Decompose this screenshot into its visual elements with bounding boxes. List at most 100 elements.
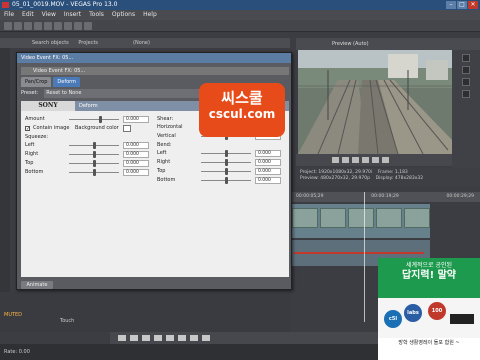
amount-slider-track[interactable] (69, 119, 119, 120)
value-field[interactable]: 0.000 (255, 159, 281, 166)
menu-edit[interactable]: Edit (22, 10, 34, 20)
save-snapshot-icon[interactable] (462, 90, 470, 98)
cut-icon[interactable] (44, 22, 52, 30)
ruler-tick: 00:00:05;29 (296, 194, 324, 199)
tab-pan-crop[interactable]: Pan/Crop (21, 77, 52, 87)
bend-right-row: Right 0.000 (155, 158, 283, 167)
bend-left-row: Left 0.000 (155, 149, 283, 158)
explorer-search[interactable]: Search objects (32, 40, 69, 46)
contain-image-checkbox[interactable]: ✓ (25, 126, 30, 132)
track-mute-label[interactable]: MUTED (4, 312, 22, 318)
go-to-start-icon[interactable] (190, 335, 198, 341)
split-screen-icon[interactable] (462, 54, 470, 62)
preview-format: 480x270x32, 29.970p (320, 176, 370, 181)
redo-icon[interactable] (84, 22, 92, 30)
audio-waveform (294, 252, 424, 254)
explorer-tab-projects[interactable]: Projects (78, 40, 98, 46)
slider-handle[interactable] (93, 160, 96, 167)
fx-chain-bar[interactable]: Video Event FX: 05... (21, 67, 289, 75)
slider-handle[interactable] (225, 177, 228, 184)
copy-snapshot-icon[interactable] (462, 78, 470, 86)
loop-icon[interactable] (130, 335, 138, 341)
contain-row: ✓ Contain image Background color (23, 124, 151, 133)
undo-icon[interactable] (74, 22, 82, 30)
value-field[interactable]: 0.000 (123, 169, 149, 176)
play-icon[interactable] (342, 157, 349, 163)
bend-top-row: Top 0.000 (155, 167, 283, 176)
preset-dropdown[interactable]: Reset to None (44, 89, 225, 98)
pause-icon[interactable] (352, 157, 359, 163)
video-thumbnail (404, 208, 430, 228)
go-to-end-icon[interactable] (202, 335, 210, 341)
amount-row: Amount 0.000 (23, 115, 151, 124)
value-field[interactable]: 0.000 (123, 160, 149, 167)
menu-help[interactable]: Help (143, 10, 157, 20)
next-frame-icon[interactable] (382, 157, 389, 163)
contain-image-label: Contain image (33, 125, 70, 131)
minimize-button[interactable]: – (446, 1, 456, 9)
slider-handle[interactable] (225, 159, 228, 166)
menu-options[interactable]: Options (112, 10, 135, 20)
value-field[interactable]: 0.000 (255, 150, 281, 157)
overlay-icon[interactable] (462, 66, 470, 74)
automation-mode-label[interactable]: Touch (60, 318, 74, 324)
value-field[interactable]: 0.000 (255, 177, 281, 184)
main-transport (110, 332, 400, 344)
animate-button[interactable]: Animate (21, 281, 53, 289)
main-toolbar (0, 20, 480, 32)
amount-slider-handle[interactable] (99, 116, 102, 123)
open-icon[interactable] (14, 22, 22, 30)
window-controls: – □ ✕ (446, 1, 478, 9)
preset-label: Preset: (21, 90, 39, 96)
value-field[interactable]: 0.000 (123, 142, 149, 149)
timeline-ruler[interactable]: 00:00:05;29 00:00:19;29 00:00:29;29 (290, 192, 480, 202)
pause-icon[interactable] (166, 335, 174, 341)
preview-side-controls (452, 50, 480, 170)
prev-frame-icon[interactable] (372, 157, 379, 163)
maximize-button[interactable]: □ (457, 1, 467, 9)
close-button[interactable]: ✕ (468, 1, 478, 9)
ad-banner[interactable]: 세계적으로 공인된 답지력! 말약 c5l labs 100 방학 생활영레이 … (378, 258, 480, 360)
amount-label: Amount (25, 116, 45, 122)
paste-icon[interactable] (64, 22, 72, 30)
slider-handle[interactable] (93, 142, 96, 149)
menu-view[interactable]: View (42, 10, 56, 20)
save-icon[interactable] (24, 22, 32, 30)
value-field[interactable]: 0.000 (123, 151, 149, 158)
ad-product-box (450, 314, 474, 324)
slider-handle[interactable] (93, 151, 96, 158)
tab-deform[interactable]: Deform (53, 77, 80, 87)
fx-window-title: Video Event FX: 05... (17, 53, 291, 63)
video-thumbnail (320, 208, 346, 228)
value-field[interactable]: 0.000 (255, 168, 281, 175)
slider-handle[interactable] (225, 150, 228, 157)
ruler-tick: 00:00:29;29 (446, 194, 474, 199)
playhead-cursor[interactable] (364, 192, 365, 322)
render-icon[interactable] (34, 22, 42, 30)
menu-insert[interactable]: Insert (64, 10, 81, 20)
menu-file[interactable]: File (4, 10, 14, 20)
background-color-swatch[interactable] (123, 125, 131, 132)
loop-icon[interactable] (332, 157, 339, 163)
preview-image (298, 50, 452, 154)
new-icon[interactable] (4, 22, 12, 30)
video-track-event[interactable] (290, 204, 430, 238)
preview-toolbar: Preview (Auto) (296, 38, 480, 50)
menu-tools[interactable]: Tools (89, 10, 104, 20)
stop-icon[interactable] (178, 335, 186, 341)
amount-value[interactable]: 0.000 (123, 116, 149, 123)
app-icon (2, 2, 9, 8)
ad-footer: 방학 생활영레이 돌포 합원 ~ (378, 338, 480, 360)
preview-quality-dropdown[interactable]: Preview (Auto) (332, 41, 369, 47)
copy-icon[interactable] (54, 22, 62, 30)
ad-badge: 100 (428, 302, 446, 320)
play-icon[interactable] (154, 335, 162, 341)
slider-handle[interactable] (93, 169, 96, 176)
slider-handle[interactable] (225, 168, 228, 175)
explorer-filter-dropdown[interactable]: (None) (133, 40, 150, 46)
record-icon[interactable] (118, 335, 126, 341)
stop-icon[interactable] (362, 157, 369, 163)
preview-transport (296, 154, 452, 166)
play-from-start-icon[interactable] (142, 335, 150, 341)
squeeze-top-row: Top 0.000 (23, 159, 151, 168)
